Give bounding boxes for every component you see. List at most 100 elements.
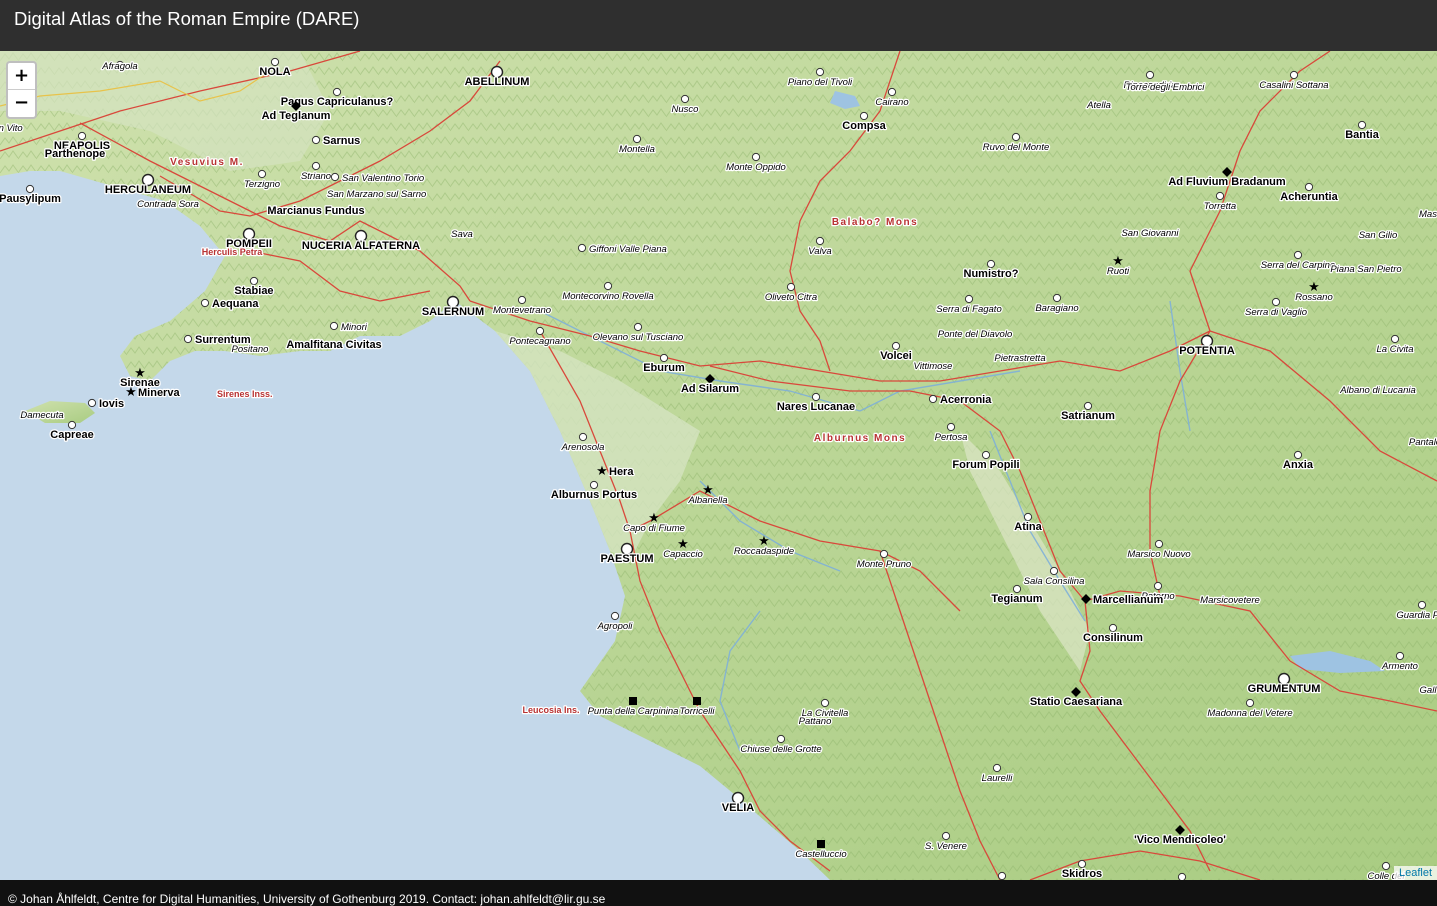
place-label: Eburum bbox=[643, 362, 685, 374]
place-marker-icon bbox=[329, 321, 339, 331]
place-marker-icon bbox=[680, 94, 690, 104]
place-ponte-del-diavolo[interactable]: Ponte del Diavolo bbox=[937, 328, 1014, 342]
place-label: Marsicovetere bbox=[1200, 595, 1260, 606]
place-amalfitana-civitas[interactable]: Amalfitana Civitas bbox=[285, 338, 383, 353]
place-label: Torre degli Embrici bbox=[1126, 82, 1206, 93]
footer: © Johan Åhlfeldt, Centre for Digital Hum… bbox=[0, 880, 1437, 906]
place-herculis-petra[interactable]: Herculis Petra bbox=[200, 246, 264, 259]
attribution-link[interactable]: Leaflet bbox=[1393, 866, 1437, 880]
place-marker-icon bbox=[1077, 859, 1087, 869]
place-marker-icon bbox=[815, 67, 825, 77]
place-label: Olevano sul Tusciano bbox=[593, 332, 684, 343]
place-san-giovanni[interactable]: San Giovanni bbox=[1120, 227, 1180, 241]
place-marker-icon bbox=[1289, 70, 1299, 80]
place-label: Positano bbox=[232, 344, 269, 355]
place-marker-icon bbox=[941, 831, 951, 841]
place-vittimose[interactable]: Vittimose bbox=[912, 360, 953, 374]
place-label: Vittimose bbox=[914, 361, 953, 372]
place-marker-icon bbox=[1083, 401, 1093, 411]
place-label: Chiuse delle Grotte bbox=[740, 744, 821, 755]
place-marker-icon bbox=[578, 432, 588, 442]
place-sava[interactable]: Sava bbox=[450, 228, 474, 242]
place-marker-icon bbox=[1011, 132, 1021, 142]
place-label: Pattano bbox=[799, 716, 832, 727]
place-mas[interactable]: Mas bbox=[1418, 208, 1437, 222]
place-san-gilio[interactable]: San Gilio bbox=[1357, 229, 1398, 243]
place-torre-degli-embrici[interactable]: Torre degli Embrici bbox=[1124, 81, 1206, 95]
place-pantale[interactable]: Pantale bbox=[1408, 436, 1437, 450]
place-label: Tegianum bbox=[991, 593, 1042, 605]
place-marker-icon bbox=[811, 392, 821, 402]
place-alburnus-mons[interactable]: Alburnus Mons bbox=[813, 432, 906, 446]
place-marker-icon: ★ bbox=[125, 385, 137, 400]
place-label: Serra di Fagato bbox=[936, 304, 1001, 315]
place-label: Capo di Fiume bbox=[623, 523, 685, 534]
place-marker-icon bbox=[1145, 70, 1155, 80]
place-label: Laurelli bbox=[982, 773, 1014, 784]
place-marcellianum[interactable]: Marcellianum bbox=[1081, 593, 1165, 607]
place-gall[interactable]: Gall bbox=[1418, 684, 1437, 698]
place-damecuta[interactable]: Damecuta bbox=[19, 409, 65, 423]
place-atella[interactable]: Atella bbox=[1085, 99, 1112, 113]
place-sirenes-inss[interactable]: Sirenes Inss. bbox=[216, 388, 274, 401]
place-minerva[interactable]: ★ Minerva bbox=[125, 385, 182, 400]
place-label: Madonna del Vetere bbox=[1207, 708, 1292, 719]
place-label: Punta della Carpinina bbox=[588, 706, 679, 717]
place-label: Serra del Carpine bbox=[1261, 260, 1335, 271]
place-afragola[interactable]: Afragola bbox=[100, 60, 139, 74]
place-contrada-sora[interactable]: Contrada Sora bbox=[136, 198, 200, 212]
place-marker-icon bbox=[891, 341, 901, 351]
place-label: Damecuta bbox=[20, 410, 63, 421]
place-marker-icon bbox=[67, 420, 77, 430]
place-parthenope[interactable]: Parthenope bbox=[43, 147, 106, 162]
place-label: Cairano bbox=[875, 97, 908, 108]
place-marker-icon bbox=[1177, 872, 1187, 880]
place-hera[interactable]: ★ Hera bbox=[596, 464, 635, 479]
zoom-out-button[interactable]: − bbox=[8, 90, 35, 116]
place-vesuvius-m[interactable]: Vesuvius M. bbox=[169, 156, 244, 170]
place-label: Mas bbox=[1419, 209, 1437, 220]
place-label: Nusco bbox=[672, 104, 699, 115]
place-marker-icon bbox=[1390, 334, 1400, 344]
place-balabo-mons[interactable]: Balabo? Mons bbox=[831, 216, 918, 230]
place-label: San Giovanni bbox=[1121, 228, 1179, 239]
place-label: Ad Teglanum bbox=[262, 110, 331, 122]
place-marker-icon bbox=[332, 87, 342, 97]
place-label: Pontecagnano bbox=[509, 336, 570, 347]
place-san-valentino-torio[interactable]: San Valentino Torio bbox=[330, 172, 425, 185]
place-piana-san-pietro[interactable]: Piana San Pietro bbox=[1329, 263, 1403, 277]
zoom-control: + − bbox=[6, 61, 37, 119]
place-label: Sava bbox=[451, 229, 473, 240]
place-an-vito[interactable]: an Vito bbox=[0, 122, 24, 136]
place-marker-icon bbox=[992, 763, 1002, 773]
place-albano-di-lucania[interactable]: Albano di Lucania bbox=[1338, 384, 1417, 398]
place-positano[interactable]: Positano bbox=[230, 343, 269, 357]
place-leucosia-ins[interactable]: Leucosia Ins. bbox=[521, 704, 581, 717]
place-label: Piano del Tivoli bbox=[788, 77, 853, 88]
place-label: Guardia Per bbox=[1396, 610, 1437, 621]
place-giffoni-valle-piana[interactable]: Giffoni Valle Piana bbox=[577, 243, 668, 256]
place-label: Afragola bbox=[101, 61, 137, 72]
place-marker-icon bbox=[87, 398, 97, 408]
zoom-in-button[interactable]: + bbox=[8, 63, 35, 90]
place-marker-icon bbox=[1417, 600, 1427, 610]
place-label: Minerva bbox=[138, 387, 180, 399]
place-label: Alburnus Mons bbox=[814, 433, 906, 444]
place-label: Casalini Sottana bbox=[1259, 80, 1328, 91]
place-label: Ad Silarum bbox=[681, 383, 739, 395]
place-san-marzano-sul-sarno[interactable]: San Marzano sul Sarno bbox=[326, 188, 428, 202]
place-pattano[interactable]: Pattano bbox=[797, 715, 832, 729]
place-marker-icon bbox=[1154, 539, 1164, 549]
place-label: Montella bbox=[619, 144, 655, 155]
place-marcianus-fundus[interactable]: Marcianus Fundus bbox=[266, 204, 366, 219]
map-view[interactable]: Afragola NOLA ABELLINUM Pagus Capriculanus?… bbox=[0, 51, 1437, 880]
place-label: La Civita bbox=[1377, 344, 1414, 355]
place-marsicovetere[interactable]: Marsicovetere bbox=[1199, 594, 1261, 608]
place-label: Striano bbox=[301, 171, 331, 182]
place-marker-icon bbox=[610, 611, 620, 621]
place-marker-icon bbox=[1023, 512, 1033, 522]
place-pietrastretta[interactable]: Pietrastretta bbox=[993, 352, 1047, 366]
place-label: Roccadaspide bbox=[734, 546, 794, 557]
place-marker-icon bbox=[249, 276, 259, 286]
place-marker-icon bbox=[311, 135, 321, 145]
